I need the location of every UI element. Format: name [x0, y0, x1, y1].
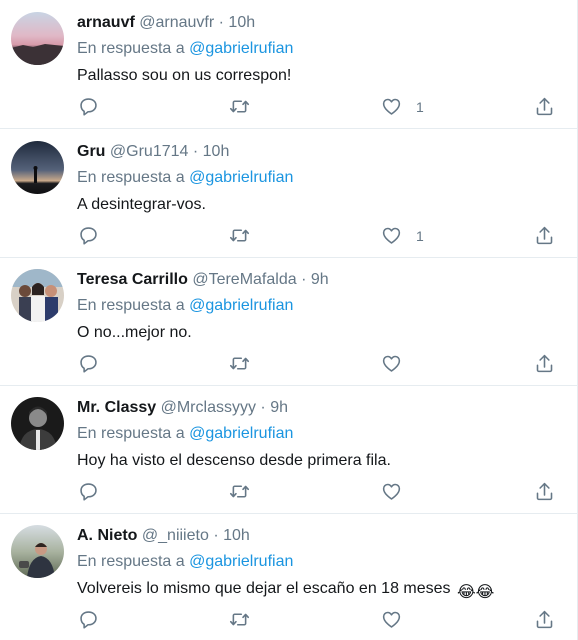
reply-prefix: En respuesta a	[77, 553, 185, 570]
retweet-icon	[229, 229, 250, 242]
reply-prefix: En respuesta a	[77, 40, 185, 57]
reply-mention[interactable]: @gabrielrufian	[189, 425, 293, 442]
retweet-icon	[229, 613, 250, 626]
share-icon	[536, 97, 553, 116]
share-icon	[536, 226, 553, 245]
user-handle[interactable]: @Mrclassyyy	[161, 399, 256, 416]
reply-context: En respuesta a @gabrielrufian	[77, 294, 567, 318]
heart-icon	[382, 227, 401, 244]
person-outdoor-avatar[interactable]	[11, 525, 64, 578]
tweet-time[interactable]: 10h	[223, 527, 250, 544]
share-button[interactable]	[534, 609, 555, 630]
retweet-icon	[229, 100, 250, 113]
retweet-button[interactable]	[229, 353, 250, 374]
share-button[interactable]	[534, 225, 555, 246]
reply-prefix: En respuesta a	[77, 169, 185, 186]
tweet-actions	[77, 609, 567, 631]
user-handle[interactable]: @arnauvfr	[139, 14, 214, 31]
like-button[interactable]: 1	[381, 225, 424, 246]
tweet-actions: 1	[77, 225, 567, 247]
reply-mention[interactable]: @gabrielrufian	[189, 553, 293, 570]
retweet-button[interactable]	[229, 96, 250, 117]
reply-icon	[80, 98, 97, 116]
share-button[interactable]	[534, 96, 555, 117]
display-name[interactable]: Teresa Carrillo	[77, 271, 188, 288]
reply-icon	[80, 483, 97, 501]
retweet-icon	[229, 357, 250, 370]
reply-context: En respuesta a @gabrielrufian	[77, 166, 567, 190]
tweet-text: Pallasso sou on us correspon!	[77, 67, 292, 84]
reply-button[interactable]	[78, 481, 99, 502]
tweet-text-body: Volvereis lo mismo que dejar el escaño e…	[77, 580, 451, 597]
reply-icon	[80, 227, 97, 245]
reply-icon	[80, 355, 97, 373]
tweet-text: Hoy ha visto el descenso desde primera f…	[77, 452, 391, 469]
heart-icon	[382, 98, 401, 115]
user-handle[interactable]: @TereMafalda	[192, 271, 296, 288]
reply-button[interactable]	[78, 225, 99, 246]
reply-context: En respuesta a @gabrielrufian	[77, 37, 567, 61]
group-photo-avatar[interactable]	[11, 269, 64, 322]
tweet-2[interactable]: Gru @Gru1714 · 10h En respuesta a @gabri…	[0, 129, 577, 258]
tweet-text: A desintegrar-vos.	[77, 196, 206, 213]
reply-mention[interactable]: @gabrielrufian	[189, 169, 293, 186]
separator-dot: ·	[192, 143, 199, 160]
like-button[interactable]: 1	[381, 96, 424, 117]
display-name[interactable]: A. Nieto	[77, 527, 137, 544]
share-icon	[536, 610, 553, 629]
tweet-text: Volvereis lo mismo que dejar el escaño e…	[77, 577, 567, 601]
share-button[interactable]	[534, 353, 555, 374]
silhouette-dusk-avatar[interactable]	[11, 141, 64, 194]
tweet-time[interactable]: 10h	[228, 14, 255, 31]
tweet-5[interactable]: A. Nieto @_niiieto · 10h En respuesta a …	[0, 513, 577, 640]
retweet-button[interactable]	[229, 225, 250, 246]
share-icon	[536, 482, 553, 501]
separator-dot: ·	[301, 271, 307, 288]
reply-mention[interactable]: @gabrielrufian	[189, 40, 293, 57]
reply-button[interactable]	[78, 609, 99, 630]
heart-icon	[382, 355, 401, 372]
retweet-button[interactable]	[229, 481, 250, 502]
tweet-4[interactable]: Mr. Classy @Mrclassyyy · 9h En respuesta…	[0, 385, 577, 514]
like-count: 1	[416, 98, 424, 115]
tweet-1[interactable]: arnauvf @arnauvfr · 10h En respuesta a @…	[0, 0, 577, 129]
tweet-text: O no...mejor no.	[77, 324, 192, 341]
retweet-button[interactable]	[229, 609, 250, 630]
reply-button[interactable]	[78, 353, 99, 374]
like-count: 1	[416, 227, 424, 244]
tweet-time[interactable]: 9h	[311, 271, 329, 288]
reply-context: En respuesta a @gabrielrufian	[77, 422, 567, 446]
share-icon	[536, 354, 553, 373]
display-name[interactable]: arnauvf	[77, 14, 135, 31]
separator-dot: ·	[213, 527, 219, 544]
user-handle[interactable]: @Gru1714	[110, 143, 189, 160]
heart-icon	[382, 483, 401, 500]
user-handle[interactable]: @_niiieto	[142, 527, 209, 544]
reply-button[interactable]	[78, 96, 99, 117]
reply-icon	[80, 611, 97, 629]
tweet-3[interactable]: Teresa Carrillo @TereMafalda · 9h En res…	[0, 257, 577, 386]
man-portrait-avatar[interactable]	[11, 397, 64, 450]
reply-mention[interactable]: @gabrielrufian	[189, 297, 293, 314]
sunset-avatar[interactable]	[11, 12, 64, 65]
like-button[interactable]	[381, 481, 416, 502]
reply-prefix: En respuesta a	[77, 297, 185, 314]
display-name[interactable]: Mr. Classy	[77, 399, 156, 416]
reply-context: En respuesta a @gabrielrufian	[77, 550, 567, 574]
like-button[interactable]	[381, 353, 416, 374]
display-name[interactable]: Gru	[77, 143, 105, 160]
separator-dot: ·	[218, 14, 224, 31]
tweet-time[interactable]: 10h	[203, 143, 230, 160]
heart-icon	[382, 611, 401, 628]
tweet-time[interactable]: 9h	[270, 399, 288, 416]
like-button[interactable]	[381, 609, 416, 630]
tweet-actions: 1	[77, 96, 567, 118]
separator-dot: ·	[260, 399, 266, 416]
tweet-actions	[77, 353, 567, 375]
share-button[interactable]	[534, 481, 555, 502]
crying-laughing-emoji: 😂😂	[456, 584, 495, 601]
tweet-actions	[77, 481, 567, 503]
reply-prefix: En respuesta a	[77, 425, 185, 442]
retweet-icon	[229, 485, 250, 498]
